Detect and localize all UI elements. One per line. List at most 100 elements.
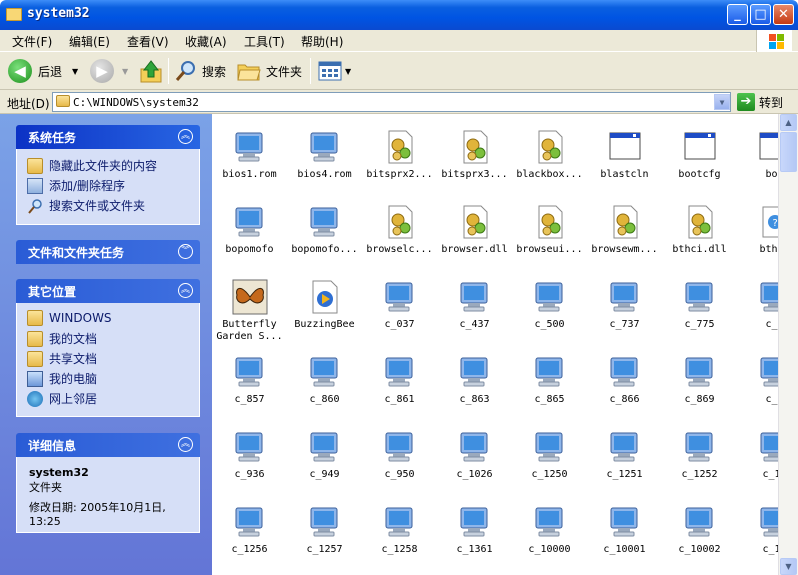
- forward-dropdown-icon[interactable]: ▼: [122, 67, 128, 76]
- details-type: 文件夹: [29, 481, 62, 494]
- file-item[interactable]: blastcln: [587, 129, 662, 181]
- back-dropdown-icon[interactable]: ▼: [72, 67, 78, 76]
- computer-file-icon: [757, 429, 778, 465]
- task-hide-contents[interactable]: 隐藏此文件夹的内容: [27, 157, 157, 174]
- views-button[interactable]: ▼: [318, 57, 351, 85]
- other-places-header[interactable]: 其它位置 ︽: [16, 279, 200, 303]
- file-item[interactable]: c_437: [437, 279, 512, 331]
- collapse-icon[interactable]: ︽: [178, 283, 193, 298]
- menu-view[interactable]: 查看(V): [127, 33, 169, 50]
- details-header[interactable]: 详细信息 ︽: [16, 433, 200, 457]
- svg-text:?: ?: [771, 218, 777, 229]
- search-button[interactable]: 搜索: [175, 57, 226, 85]
- close-button[interactable]: ✕: [773, 4, 794, 25]
- file-item[interactable]: c_860: [287, 354, 362, 406]
- minimize-button[interactable]: _: [727, 4, 748, 25]
- file-item[interactable]: c_737: [587, 279, 662, 331]
- task-search-files[interactable]: 搜索文件或文件夹: [27, 197, 145, 214]
- maximize-button[interactable]: □: [750, 4, 771, 25]
- scroll-thumb[interactable]: [780, 132, 797, 172]
- file-item[interactable]: browser.dll: [437, 204, 512, 256]
- address-input[interactable]: C:\WINDOWS\system32 ▼: [52, 92, 731, 112]
- expand-icon[interactable]: ︾: [178, 244, 193, 259]
- file-item[interactable]: bootcfg: [662, 129, 737, 181]
- file-item[interactable]: bitsprx2...: [362, 129, 437, 181]
- scroll-down-button[interactable]: ▼: [780, 558, 797, 575]
- file-item[interactable]: c_1257: [287, 504, 362, 556]
- file-item[interactable]: bopomofo: [212, 204, 287, 256]
- file-item[interactable]: browselc...: [362, 204, 437, 256]
- folders-button[interactable]: 文件夹: [237, 57, 302, 85]
- vertical-scrollbar[interactable]: ▲ ▼: [778, 114, 798, 575]
- system-tasks-header[interactable]: 系统任务 ︽: [16, 125, 200, 149]
- file-item[interactable]: c_1252: [662, 429, 737, 481]
- file-item[interactable]: c_10002: [662, 504, 737, 556]
- file-item[interactable]: c_865: [512, 354, 587, 406]
- file-item[interactable]: c_949: [287, 429, 362, 481]
- up-folder-button[interactable]: [140, 57, 162, 85]
- place-windows[interactable]: WINDOWS: [27, 310, 112, 326]
- task-add-remove-programs[interactable]: 添加/删除程序: [27, 177, 125, 194]
- place-my-documents[interactable]: 我的文档: [27, 330, 97, 347]
- file-item[interactable]: c_857: [212, 354, 287, 406]
- file-item[interactable]: c_1256: [212, 504, 287, 556]
- file-item[interactable]: browseui...: [512, 204, 587, 256]
- menu-edit[interactable]: 编辑(E): [69, 33, 110, 50]
- file-item[interactable]: c_1026: [437, 429, 512, 481]
- file-item[interactable]: c_8: [737, 279, 778, 331]
- help-file-icon: ?: [757, 204, 778, 240]
- computer-file-icon: [307, 354, 343, 390]
- menu-favorites[interactable]: 收藏(A): [185, 33, 227, 50]
- file-item[interactable]: c_866: [587, 354, 662, 406]
- file-item[interactable]: browsewm...: [587, 204, 662, 256]
- file-tasks-header[interactable]: 文件和文件夹任务 ︾: [16, 240, 200, 264]
- file-item[interactable]: c_869: [662, 354, 737, 406]
- file-item[interactable]: bios1.rom: [212, 129, 287, 181]
- file-item[interactable]: bios4.rom: [287, 129, 362, 181]
- file-item[interactable]: c_12: [737, 429, 778, 481]
- file-item[interactable]: c_1361: [437, 504, 512, 556]
- file-item[interactable]: c_8: [737, 354, 778, 406]
- file-item[interactable]: c_936: [212, 429, 287, 481]
- file-item[interactable]: bopomofo...: [287, 204, 362, 256]
- collapse-icon[interactable]: ︽: [178, 437, 193, 452]
- address-dropdown-button[interactable]: ▼: [714, 94, 730, 110]
- file-item[interactable]: ? bthpr: [737, 204, 778, 256]
- file-item[interactable]: c_1251: [587, 429, 662, 481]
- place-shared-documents[interactable]: 共享文档: [27, 350, 97, 367]
- file-item[interactable]: blackbox...: [512, 129, 587, 181]
- file-item[interactable]: c_10: [737, 504, 778, 556]
- menu-tools[interactable]: 工具(T): [244, 33, 285, 50]
- file-item[interactable]: c_950: [362, 429, 437, 481]
- file-item[interactable]: c_1250: [512, 429, 587, 481]
- back-button[interactable]: ◀ 后退 ▼: [8, 57, 78, 85]
- place-my-computer[interactable]: 我的电脑: [27, 370, 97, 387]
- file-item[interactable]: c_861: [362, 354, 437, 406]
- file-item[interactable]: BuzzingBee: [287, 279, 362, 331]
- file-item[interactable]: c_863: [437, 354, 512, 406]
- menu-file[interactable]: 文件(F): [12, 33, 52, 50]
- file-item[interactable]: boo: [737, 129, 778, 181]
- file-item[interactable]: c_775: [662, 279, 737, 331]
- computer-file-icon: [382, 279, 418, 315]
- file-item[interactable]: c_500: [512, 279, 587, 331]
- file-item[interactable]: Butterfly Garden S...: [212, 279, 287, 343]
- file-item[interactable]: c_037: [362, 279, 437, 331]
- collapse-icon[interactable]: ︽: [178, 129, 193, 144]
- computer-file-icon: [307, 429, 343, 465]
- place-network[interactable]: 网上邻居: [27, 390, 97, 407]
- file-list[interactable]: bios1.rom bios4.rom bitsprx2... bitsprx3...…: [212, 114, 778, 575]
- forward-button[interactable]: ▶ ▼: [90, 57, 128, 85]
- file-item[interactable]: c_10001: [587, 504, 662, 556]
- file-name: c_869: [684, 394, 715, 405]
- address-bar: 地址(D) C:\WINDOWS\system32 ▼ ➔ 转到: [0, 90, 798, 114]
- file-item[interactable]: c_1258: [362, 504, 437, 556]
- scroll-up-button[interactable]: ▲: [780, 114, 797, 131]
- computer-file-icon: [682, 279, 718, 315]
- go-button[interactable]: ➔ 转到: [737, 93, 783, 111]
- menu-help[interactable]: 帮助(H): [301, 33, 343, 50]
- file-item[interactable]: c_10000: [512, 504, 587, 556]
- file-item[interactable]: bitsprx3...: [437, 129, 512, 181]
- title-bar[interactable]: system32 _ □ ✕: [0, 0, 798, 30]
- file-item[interactable]: bthci.dll: [662, 204, 737, 256]
